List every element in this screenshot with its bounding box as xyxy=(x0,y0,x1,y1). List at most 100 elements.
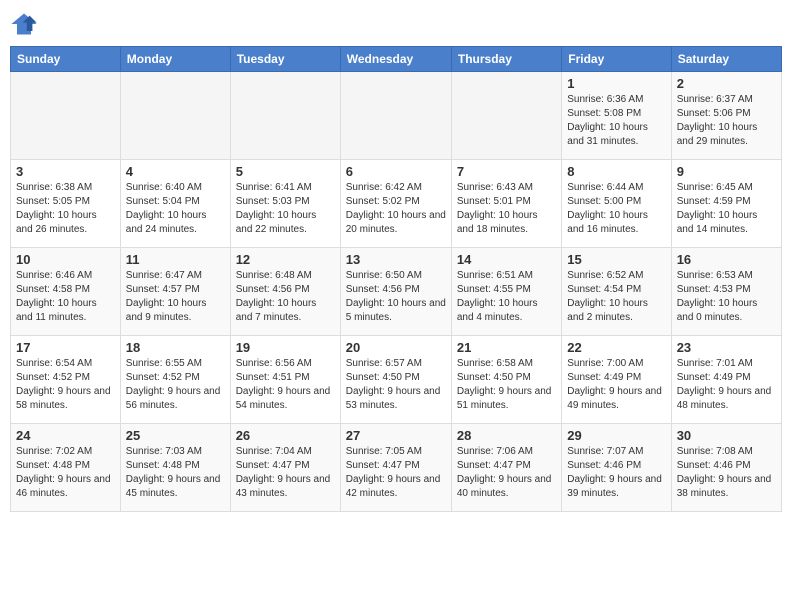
calendar-cell: 19 Sunrise: 6:56 AM Sunset: 4:51 PM Dayli… xyxy=(230,336,340,424)
day-number: 12 xyxy=(236,252,335,267)
header xyxy=(10,10,782,38)
day-number: 4 xyxy=(126,164,225,179)
calendar-cell: 25 Sunrise: 7:03 AM Sunset: 4:48 PM Dayli… xyxy=(120,424,230,512)
calendar-cell: 14Sunrise: 6:51 AM Sunset: 4:55 PM Dayli… xyxy=(451,248,561,336)
day-number: 24 xyxy=(16,428,115,443)
calendar-cell xyxy=(120,72,230,160)
day-info: Sunrise: 6:42 AM Sunset: 5:02 PM Dayligh… xyxy=(346,181,446,237)
calendar-cell: 16 Sunrise: 6:53 AM Sunset: 4:53 PM Dayli… xyxy=(671,248,781,336)
calendar-cell: 23 Sunrise: 7:01 AM Sunset: 4:49 PM Dayli… xyxy=(671,336,781,424)
day-info: Sunrise: 7:05 AM Sunset: 4:47 PM Dayligh… xyxy=(346,445,446,501)
day-info: Sunrise: 7:02 AM Sunset: 4:48 PM Dayligh… xyxy=(16,445,115,501)
day-info: Sunrise: 6:50 AM Sunset: 4:56 PM Dayligh… xyxy=(346,269,446,325)
day-number: 8 xyxy=(567,164,665,179)
day-number: 18 xyxy=(126,340,225,355)
day-info: Sunrise: 7:01 AM Sunset: 4:49 PM Dayligh… xyxy=(677,357,776,413)
day-number: 27 xyxy=(346,428,446,443)
day-info: Sunrise: 7:04 AM Sunset: 4:47 PM Dayligh… xyxy=(236,445,335,501)
day-number: 1 xyxy=(567,76,665,91)
calendar-cell: 15 Sunrise: 6:52 AM Sunset: 4:54 PM Dayli… xyxy=(562,248,671,336)
day-number: 10 xyxy=(16,252,115,267)
calendar: SundayMondayTuesdayWednesdayThursdayFrid… xyxy=(10,46,782,512)
day-info: Sunrise: 7:08 AM Sunset: 4:46 PM Dayligh… xyxy=(677,445,776,501)
calendar-cell: 26 Sunrise: 7:04 AM Sunset: 4:47 PM Dayli… xyxy=(230,424,340,512)
calendar-cell: 8 Sunrise: 6:44 AM Sunset: 5:00 PM Daylig… xyxy=(562,160,671,248)
calendar-cell: 24 Sunrise: 7:02 AM Sunset: 4:48 PM Dayli… xyxy=(11,424,121,512)
week-row-2: 10 Sunrise: 6:46 AM Sunset: 4:58 PM Dayli… xyxy=(11,248,782,336)
calendar-body: 1 Sunrise: 6:36 AM Sunset: 5:08 PM Daylig… xyxy=(11,72,782,512)
calendar-cell: 20 Sunrise: 6:57 AM Sunset: 4:50 PM Dayli… xyxy=(340,336,451,424)
logo xyxy=(10,10,42,38)
week-row-0: 1 Sunrise: 6:36 AM Sunset: 5:08 PM Daylig… xyxy=(11,72,782,160)
calendar-cell: 29Sunrise: 7:07 AM Sunset: 4:46 PM Dayli… xyxy=(562,424,671,512)
day-info: Sunrise: 7:00 AM Sunset: 4:49 PM Dayligh… xyxy=(567,357,665,413)
calendar-cell: 18Sunrise: 6:55 AM Sunset: 4:52 PM Dayli… xyxy=(120,336,230,424)
day-info: Sunrise: 6:44 AM Sunset: 5:00 PM Dayligh… xyxy=(567,181,665,237)
calendar-cell: 3 Sunrise: 6:38 AM Sunset: 5:05 PM Daylig… xyxy=(11,160,121,248)
day-info: Sunrise: 6:54 AM Sunset: 4:52 PM Dayligh… xyxy=(16,357,115,413)
calendar-cell: 4 Sunrise: 6:40 AM Sunset: 5:04 PM Daylig… xyxy=(120,160,230,248)
calendar-cell: 21Sunrise: 6:58 AM Sunset: 4:50 PM Dayli… xyxy=(451,336,561,424)
day-number: 11 xyxy=(126,252,225,267)
calendar-cell: 10 Sunrise: 6:46 AM Sunset: 4:58 PM Dayli… xyxy=(11,248,121,336)
day-number: 13 xyxy=(346,252,446,267)
day-info: Sunrise: 6:37 AM Sunset: 5:06 PM Dayligh… xyxy=(677,93,776,149)
day-number: 3 xyxy=(16,164,115,179)
day-info: Sunrise: 6:38 AM Sunset: 5:05 PM Dayligh… xyxy=(16,181,115,237)
day-number: 25 xyxy=(126,428,225,443)
calendar-cell: 11 Sunrise: 6:47 AM Sunset: 4:57 PM Dayli… xyxy=(120,248,230,336)
day-number: 26 xyxy=(236,428,335,443)
day-number: 6 xyxy=(346,164,446,179)
calendar-cell: 30 Sunrise: 7:08 AM Sunset: 4:46 PM Dayli… xyxy=(671,424,781,512)
day-number: 15 xyxy=(567,252,665,267)
day-info: Sunrise: 6:48 AM Sunset: 4:56 PM Dayligh… xyxy=(236,269,335,325)
day-info: Sunrise: 6:47 AM Sunset: 4:57 PM Dayligh… xyxy=(126,269,225,325)
day-info: Sunrise: 6:46 AM Sunset: 4:58 PM Dayligh… xyxy=(16,269,115,325)
calendar-cell: 13 Sunrise: 6:50 AM Sunset: 4:56 PM Dayli… xyxy=(340,248,451,336)
day-info: Sunrise: 7:03 AM Sunset: 4:48 PM Dayligh… xyxy=(126,445,225,501)
day-number: 23 xyxy=(677,340,776,355)
day-number: 28 xyxy=(457,428,556,443)
day-number: 20 xyxy=(346,340,446,355)
calendar-cell xyxy=(451,72,561,160)
day-info: Sunrise: 6:57 AM Sunset: 4:50 PM Dayligh… xyxy=(346,357,446,413)
day-number: 9 xyxy=(677,164,776,179)
day-info: Sunrise: 6:53 AM Sunset: 4:53 PM Dayligh… xyxy=(677,269,776,325)
calendar-cell: 6 Sunrise: 6:42 AM Sunset: 5:02 PM Daylig… xyxy=(340,160,451,248)
calendar-cell: 1 Sunrise: 6:36 AM Sunset: 5:08 PM Daylig… xyxy=(562,72,671,160)
weekday-header-sunday: Sunday xyxy=(11,47,121,72)
day-number: 17 xyxy=(16,340,115,355)
day-info: Sunrise: 6:52 AM Sunset: 4:54 PM Dayligh… xyxy=(567,269,665,325)
week-row-1: 3 Sunrise: 6:38 AM Sunset: 5:05 PM Daylig… xyxy=(11,160,782,248)
calendar-cell: 2 Sunrise: 6:37 AM Sunset: 5:06 PM Daylig… xyxy=(671,72,781,160)
calendar-cell: 12 Sunrise: 6:48 AM Sunset: 4:56 PM Dayli… xyxy=(230,248,340,336)
day-info: Sunrise: 6:45 AM Sunset: 4:59 PM Dayligh… xyxy=(677,181,776,237)
calendar-cell xyxy=(230,72,340,160)
day-number: 2 xyxy=(677,76,776,91)
day-number: 30 xyxy=(677,428,776,443)
weekday-row: SundayMondayTuesdayWednesdayThursdayFrid… xyxy=(11,47,782,72)
calendar-cell xyxy=(340,72,451,160)
day-number: 7 xyxy=(457,164,556,179)
day-info: Sunrise: 7:07 AM Sunset: 4:46 PM Dayligh… xyxy=(567,445,665,501)
day-number: 22 xyxy=(567,340,665,355)
day-info: Sunrise: 6:43 AM Sunset: 5:01 PM Dayligh… xyxy=(457,181,556,237)
week-row-3: 17 Sunrise: 6:54 AM Sunset: 4:52 PM Dayli… xyxy=(11,336,782,424)
calendar-cell: 27 Sunrise: 7:05 AM Sunset: 4:47 PM Dayli… xyxy=(340,424,451,512)
day-number: 21 xyxy=(457,340,556,355)
day-info: Sunrise: 6:41 AM Sunset: 5:03 PM Dayligh… xyxy=(236,181,335,237)
calendar-cell: 22 Sunrise: 7:00 AM Sunset: 4:49 PM Dayli… xyxy=(562,336,671,424)
logo-icon xyxy=(10,10,38,38)
calendar-cell: 17 Sunrise: 6:54 AM Sunset: 4:52 PM Dayli… xyxy=(11,336,121,424)
day-number: 19 xyxy=(236,340,335,355)
weekday-header-wednesday: Wednesday xyxy=(340,47,451,72)
day-info: Sunrise: 6:56 AM Sunset: 4:51 PM Dayligh… xyxy=(236,357,335,413)
weekday-header-saturday: Saturday xyxy=(671,47,781,72)
day-number: 16 xyxy=(677,252,776,267)
day-info: Sunrise: 6:51 AM Sunset: 4:55 PM Dayligh… xyxy=(457,269,556,325)
weekday-header-monday: Monday xyxy=(120,47,230,72)
day-info: Sunrise: 6:40 AM Sunset: 5:04 PM Dayligh… xyxy=(126,181,225,237)
day-info: Sunrise: 7:06 AM Sunset: 4:47 PM Dayligh… xyxy=(457,445,556,501)
week-row-4: 24 Sunrise: 7:02 AM Sunset: 4:48 PM Dayli… xyxy=(11,424,782,512)
day-info: Sunrise: 6:36 AM Sunset: 5:08 PM Dayligh… xyxy=(567,93,665,149)
